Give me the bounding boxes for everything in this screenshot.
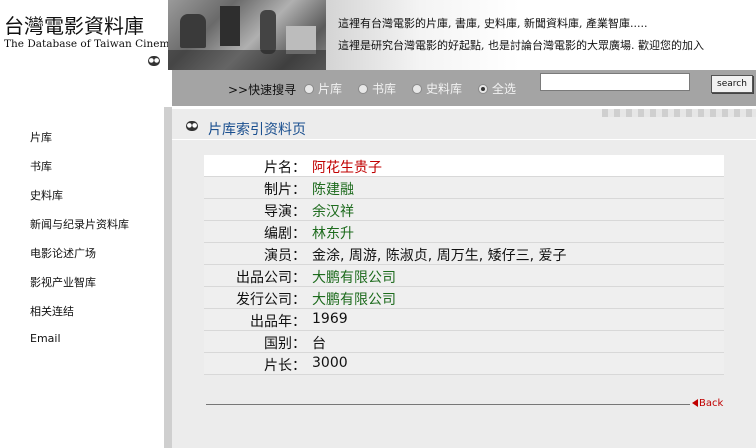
field-label: 演员：	[264, 248, 306, 264]
field-label: 制片：	[264, 182, 306, 198]
production-company-link[interactable]: 大鹏有限公司	[312, 267, 396, 287]
search-option-archives[interactable]: 史料库	[412, 80, 462, 97]
search-button[interactable]: search	[711, 75, 753, 93]
producer-link[interactable]: 陈建融	[312, 179, 354, 199]
field-label: 出品年：	[250, 314, 306, 330]
field-label: 编剧：	[264, 226, 306, 242]
search-option-all[interactable]: 全选	[478, 80, 516, 97]
field-label: 出品公司：	[236, 270, 306, 286]
sidebar-nav: 片库 书库 史料库 新闻与纪录片资料库 电影论述广场 影视产业智库 相关连结 E…	[0, 107, 164, 448]
banner-line-1: 這裡有台灣電影的片庫, 書庫, 史料庫, 新聞資料庫, 產業智庫.....	[338, 17, 648, 30]
info-row-production-company: 出品公司： 大鹏有限公司	[204, 265, 724, 287]
year-value: 1969	[312, 311, 348, 327]
logo-badge-icon: ●●	[148, 56, 160, 66]
sidebar-item-news[interactable]: 新闻与纪录片资料库	[30, 216, 129, 232]
info-row-year: 出品年： 1969	[204, 309, 724, 331]
decorative-fade	[602, 109, 756, 117]
back-link[interactable]: Back	[692, 398, 723, 409]
field-label: 国别：	[264, 336, 306, 352]
sidebar-item-email[interactable]: Email	[30, 332, 61, 345]
info-row-title: 片名： 阿花生贵子	[204, 155, 724, 177]
info-row-director: 导演： 余汉祥	[204, 199, 724, 221]
country-value: 台	[312, 336, 326, 352]
site-logo[interactable]: 台灣電影資料庫 The Database of Taiwan Cinema ●●	[0, 0, 176, 107]
field-label: 片长：	[264, 358, 306, 374]
info-row-country: 国别： 台	[204, 331, 724, 353]
writer-link[interactable]: 林东升	[312, 223, 354, 243]
sidebar-divider	[164, 107, 172, 448]
sidebar-item-industry[interactable]: 影视产业智库	[30, 274, 96, 290]
radio-icon[interactable]	[412, 83, 422, 94]
title-divider	[172, 139, 756, 140]
main-content: ●● 片库索引资料页 片名： 阿花生贵子 制片： 陈建融 导演： 余汉祥 编剧：…	[172, 107, 756, 448]
info-row-cast: 演员： 金涂, 周游, 陈淑贞, 周万生, 矮仔三, 爱子	[204, 243, 724, 265]
info-row-writer: 编剧： 林东升	[204, 221, 724, 243]
radio-selected-icon[interactable]	[478, 83, 488, 94]
film-title-value: 阿花生贵子	[312, 160, 382, 176]
film-info-table: 片名： 阿花生贵子 制片： 陈建融 导演： 余汉祥 编剧： 林东升 演员： 金涂…	[204, 155, 724, 375]
radio-icon[interactable]	[304, 83, 314, 94]
info-row-distributor: 发行公司： 大鹏有限公司	[204, 287, 724, 309]
banner-line-2: 這裡是研究台灣電影的好起點, 也是討論台灣電影的大眾廣場. 歡迎您的加入	[338, 39, 704, 52]
length-value: 3000	[312, 355, 348, 371]
info-row-producer: 制片： 陈建融	[204, 177, 724, 199]
sidebar-item-archives[interactable]: 史料库	[30, 187, 63, 203]
sidebar-item-books[interactable]: 书库	[30, 158, 52, 174]
quick-search-label: >>快速搜寻	[228, 83, 297, 97]
director-link[interactable]: 余汉祥	[312, 201, 354, 221]
section-bullet-icon: ●●	[186, 121, 198, 131]
quick-search-bar: >>快速搜寻 片库 书库 史料库 全选 search	[172, 70, 756, 106]
field-label: 片名：	[264, 160, 306, 176]
search-input[interactable]	[540, 73, 690, 91]
header-banner: 這裡有台灣電影的片庫, 書庫, 史料庫, 新聞資料庫, 產業智庫..... 這裡…	[326, 0, 756, 70]
page-title: 片库索引资料页	[208, 122, 306, 138]
back-label: Back	[699, 398, 724, 409]
info-row-length: 片长： 3000	[204, 353, 724, 375]
cast-value: 金涂, 周游, 陈淑贞, 周万生, 矮仔三, 爱子	[312, 248, 567, 264]
search-option-film[interactable]: 片库	[304, 80, 342, 97]
sidebar-item-forum[interactable]: 电影论述广场	[30, 245, 96, 261]
distributor-link[interactable]: 大鹏有限公司	[312, 289, 396, 309]
search-option-books[interactable]: 书库	[358, 80, 396, 97]
back-arrow-icon	[692, 399, 698, 407]
radio-icon[interactable]	[358, 83, 368, 94]
header-photo	[168, 0, 326, 70]
site-title: 台灣電影資料庫	[4, 14, 144, 38]
sidebar-item-links[interactable]: 相关连结	[30, 303, 74, 319]
field-label: 导演：	[264, 204, 306, 220]
field-label: 发行公司：	[236, 292, 306, 308]
bottom-divider	[206, 404, 690, 405]
sidebar-item-film[interactable]: 片库	[30, 129, 52, 145]
site-subtitle: The Database of Taiwan Cinema	[4, 38, 176, 50]
